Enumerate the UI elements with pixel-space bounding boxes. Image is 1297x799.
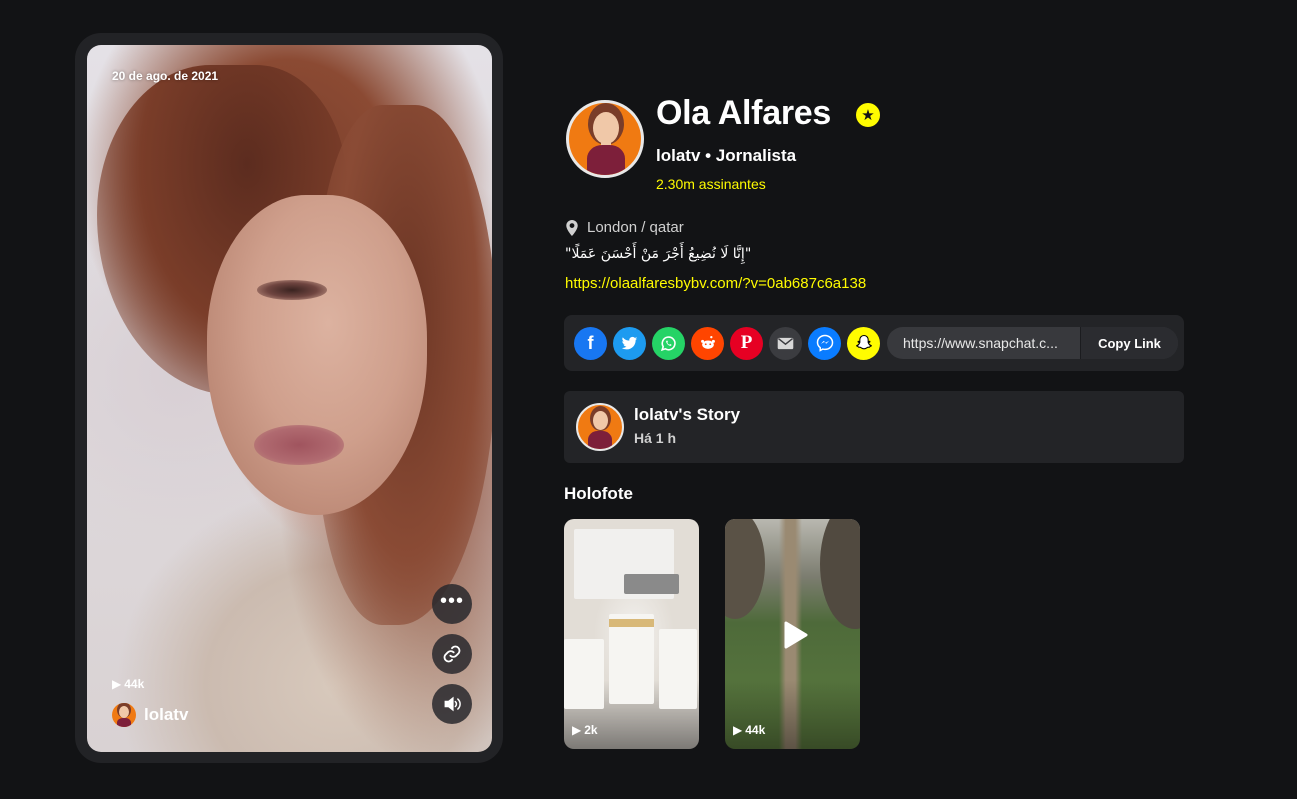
video-frame-face	[207, 195, 427, 515]
pinterest-icon[interactable]: P	[730, 326, 763, 360]
story-date: 20 de ago. de 2021	[112, 69, 219, 83]
thumb-product-box	[609, 614, 654, 704]
thumb-bag-label	[624, 574, 679, 594]
thumb-product-box-2	[659, 629, 697, 709]
spotlight-views-value: 2k	[584, 723, 598, 737]
story-video[interactable]: 20 de ago. de 2021 ▶ 44k lolatv •••	[87, 45, 492, 752]
facebook-glyph: f	[587, 332, 594, 353]
share-bar: f P https://www.snapchat.c... Copy Link	[564, 315, 1184, 371]
whatsapp-glyph	[660, 335, 676, 351]
avatar-body	[588, 431, 612, 449]
messenger-icon[interactable]	[808, 326, 841, 360]
story-player: 20 de ago. de 2021 ▶ 44k lolatv •••	[75, 33, 503, 763]
email-icon[interactable]	[769, 326, 802, 360]
spotlight-view-count: ▶ 2k	[572, 723, 598, 737]
profile-location: London / qatar	[565, 219, 684, 236]
avatar[interactable]	[112, 703, 136, 727]
reddit-glyph	[700, 336, 715, 349]
avatar[interactable]	[576, 403, 624, 451]
story-user[interactable]: lolatv	[112, 703, 188, 727]
share-link-text[interactable]: https://www.snapchat.c...	[887, 335, 1080, 351]
more-icon: •••	[439, 590, 464, 612]
pinterest-glyph: P	[740, 332, 753, 353]
avatar-body	[587, 145, 625, 175]
story-time: Há 1 h	[634, 430, 677, 446]
avatar-head	[593, 411, 608, 430]
play-icon: ▶	[572, 723, 582, 737]
copy-link-button[interactable]	[432, 634, 472, 674]
thumb-product-box-3	[564, 639, 604, 709]
avatar-head	[593, 112, 619, 144]
twitter-icon[interactable]	[613, 326, 646, 360]
snapchat-icon[interactable]	[847, 326, 880, 360]
play-icon: ▶	[112, 677, 122, 691]
video-frame-eye	[257, 280, 327, 300]
profile-subtitle: lolatv • Jornalista	[656, 146, 797, 165]
location-pin-icon	[566, 219, 578, 236]
sound-icon	[444, 696, 461, 712]
spotlight-item[interactable]: ▶ 44k	[725, 519, 860, 749]
facebook-icon[interactable]: f	[574, 326, 607, 360]
video-frame-lips	[254, 425, 344, 465]
spotlight-views-value: 44k	[745, 723, 766, 737]
story-username[interactable]: lolatv	[144, 705, 188, 725]
profile-bio: "إِنَّا لَا نُضِيعُ أَجْرَ مَنْ أَحْسَنَ…	[565, 246, 752, 262]
play-icon: ▶	[733, 723, 743, 737]
whatsapp-icon[interactable]	[652, 326, 685, 360]
spotlight-view-count: ▶ 44k	[733, 723, 765, 737]
profile-name: Ola Alfares	[656, 94, 831, 132]
spotlight-title: Holofote	[564, 484, 633, 503]
messenger-glyph	[816, 334, 833, 352]
share-link-field: https://www.snapchat.c... Copy Link	[887, 327, 1178, 359]
subscriber-count: 2.30m assinantes	[656, 176, 766, 192]
thumb-tree-2	[820, 519, 860, 629]
thumb-product-stripe	[609, 619, 654, 627]
twitter-glyph	[621, 336, 638, 349]
copy-link-button[interactable]: Copy Link	[1080, 327, 1178, 359]
star-badge-icon: ★	[854, 101, 882, 129]
profile-avatar[interactable]	[566, 100, 644, 178]
thumb-tree	[725, 519, 765, 619]
location-text: London / qatar	[587, 219, 684, 236]
reddit-icon[interactable]	[691, 326, 724, 360]
story-title: lolatv's Story	[634, 405, 741, 424]
sound-button[interactable]	[432, 684, 472, 724]
play-icon[interactable]	[779, 619, 811, 651]
spotlight-item[interactable]: ▶ 2k	[564, 519, 699, 749]
story-views-value: 44k	[124, 677, 145, 691]
link-icon	[443, 645, 461, 663]
story-card[interactable]: lolatv's Story Há 1 h	[564, 391, 1184, 463]
profile-website-link[interactable]: https://olaalfaresbybv.com/?v=0ab687c6a1…	[565, 275, 866, 292]
more-button[interactable]: •••	[432, 584, 472, 624]
email-glyph	[777, 337, 794, 349]
snapchat-glyph	[855, 334, 872, 350]
story-view-count: ▶ 44k	[112, 677, 144, 691]
